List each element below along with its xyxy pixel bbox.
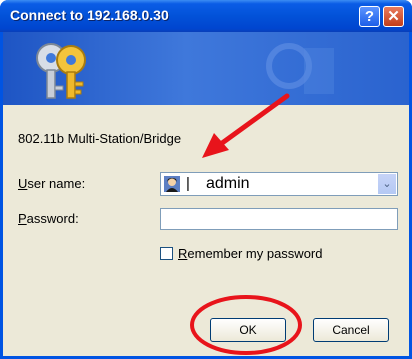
connect-dialog: Connect to 192.168.0.30 ? ✕ 802.11b Mult… bbox=[0, 0, 412, 359]
password-label: Password: bbox=[18, 211, 79, 226]
username-dropdown-button[interactable]: ⌄ bbox=[377, 174, 396, 194]
close-button[interactable]: ✕ bbox=[383, 6, 404, 27]
cancel-label: Cancel bbox=[332, 323, 370, 337]
cancel-button[interactable]: Cancel bbox=[313, 318, 389, 342]
username-label: User name: bbox=[18, 176, 86, 191]
ok-label: OK bbox=[239, 323, 257, 337]
help-icon: ? bbox=[364, 8, 375, 25]
user-avatar-icon bbox=[164, 176, 180, 192]
remember-password-label[interactable]: Remember my password bbox=[178, 246, 323, 261]
chevron-down-icon: ⌄ bbox=[382, 178, 392, 190]
help-button[interactable]: ? bbox=[359, 6, 380, 27]
title-bar[interactable]: Connect to 192.168.0.30 ? ✕ bbox=[0, 0, 412, 32]
banner-watermark bbox=[266, 43, 334, 94]
ok-button[interactable]: OK bbox=[210, 318, 286, 342]
password-field[interactable] bbox=[160, 208, 398, 230]
window-title: Connect to 192.168.0.30 bbox=[10, 7, 169, 23]
close-icon: ✕ bbox=[387, 8, 400, 25]
keys-icon bbox=[36, 43, 86, 99]
dialog-banner bbox=[3, 32, 409, 105]
remember-password-checkbox[interactable] bbox=[160, 247, 173, 260]
realm-text: 802.11b Multi-Station/Bridge bbox=[18, 131, 182, 146]
username-separator: | bbox=[186, 175, 190, 192]
username-value: admin bbox=[206, 175, 250, 192]
username-combobox[interactable]: | admin ⌄ bbox=[160, 172, 398, 196]
